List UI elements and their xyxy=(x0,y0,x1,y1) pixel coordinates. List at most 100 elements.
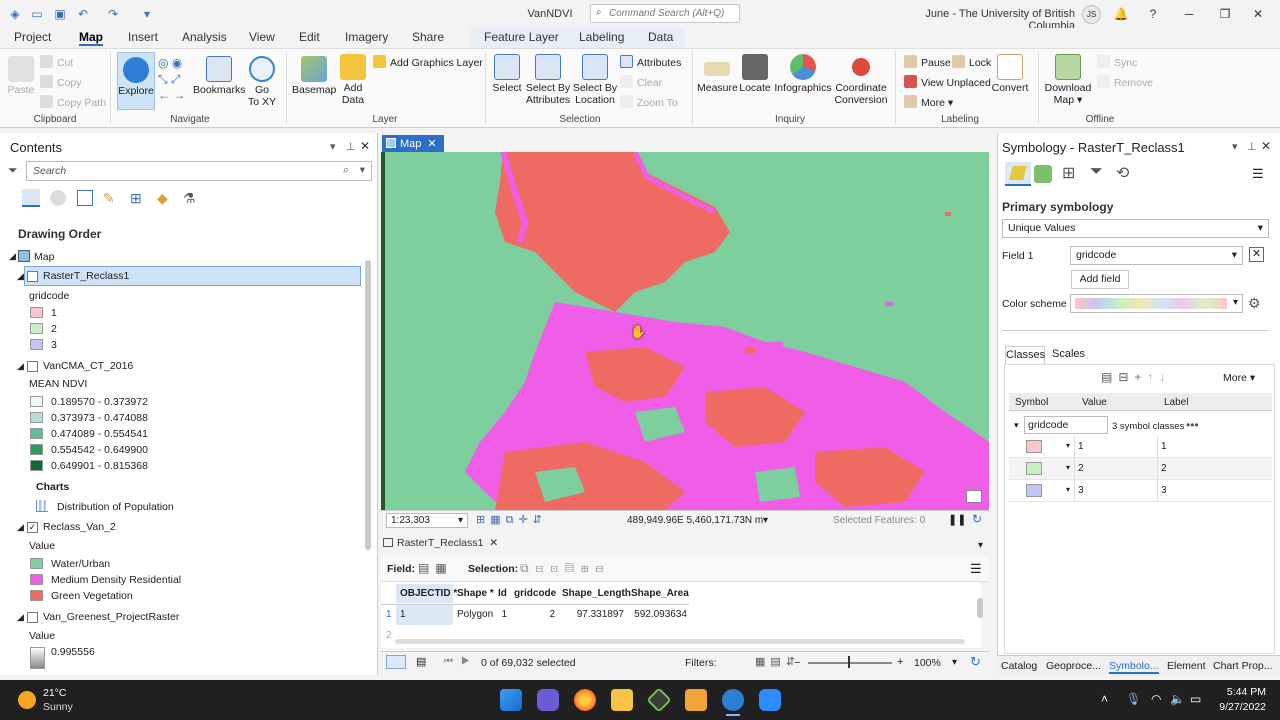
tab-map[interactable]: Map xyxy=(79,30,103,46)
select-by-attributes-button[interactable]: Select By Attributes xyxy=(524,54,572,106)
table-hscrollbar[interactable] xyxy=(395,639,965,644)
table-menu-icon[interactable]: ☰ xyxy=(970,561,982,577)
map-notes-icon[interactable] xyxy=(966,490,982,503)
legend-swatch[interactable] xyxy=(30,339,43,350)
tray-expand-icon[interactable]: ˄ xyxy=(1101,692,1108,706)
column-header[interactable]: gridcode xyxy=(514,588,556,599)
map-canvas[interactable] xyxy=(381,152,989,510)
zoom-dropdown-icon[interactable]: ▾ xyxy=(952,657,957,668)
table-cell[interactable]: 1 xyxy=(400,609,406,620)
filter-symbology-icon[interactable]: ⏷ xyxy=(1090,163,1103,181)
go-to-xy-button[interactable]: Go To XY xyxy=(247,56,277,108)
file-explorer-icon[interactable] xyxy=(611,689,633,711)
arcgis-pro-icon[interactable] xyxy=(722,689,744,711)
show-selected-records-icon[interactable]: ▤ xyxy=(416,655,426,668)
layer-visibility-checkbox-checked[interactable]: ✓ xyxy=(27,522,38,533)
legend-swatch[interactable] xyxy=(30,460,43,471)
sync-button[interactable]: Sync xyxy=(1097,55,1137,70)
close-pane-icon[interactable]: ✕ xyxy=(1261,139,1271,153)
layer-visibility-checkbox[interactable] xyxy=(27,271,38,282)
contents-search-input[interactable]: Search ⌕ ▾ xyxy=(26,161,372,181)
class-label[interactable]: 3 xyxy=(1161,485,1167,496)
close-table-tab-icon[interactable]: ✕ xyxy=(489,537,498,549)
zoom-out-icon[interactable]: − xyxy=(794,657,800,669)
list-by-snapping-icon[interactable]: ⊞ xyxy=(130,190,146,206)
chat-icon[interactable] xyxy=(537,689,559,711)
zoom-to-button[interactable]: Zoom To xyxy=(620,95,678,110)
list-by-selection-icon[interactable] xyxy=(77,190,93,206)
collapse-layer-icon[interactable]: ◢ xyxy=(17,361,24,372)
clock-time[interactable]: 5:44 PM xyxy=(1210,686,1266,698)
scale-dropdown[interactable]: 1:23,303 ▾ xyxy=(386,513,468,528)
refresh-icon[interactable]: ↻ xyxy=(972,512,982,526)
table-cell[interactable]: 592.093634 xyxy=(631,609,687,620)
filter-icon[interactable]: ⏷ xyxy=(8,163,18,178)
command-search-input[interactable]: ⌕ Command Search (Alt+Q) xyxy=(590,4,740,23)
save-icon[interactable]: ▣ xyxy=(53,7,67,21)
battery-icon[interactable]: ▭ xyxy=(1190,692,1201,706)
list-by-source-icon[interactable] xyxy=(50,190,66,206)
selection-tools-icons[interactable]: ⧉⊟⊡▤⊞⊟ xyxy=(520,561,610,576)
notifications-icon[interactable]: 🔔 xyxy=(1113,6,1129,22)
contents-scrollbar[interactable] xyxy=(365,260,371,550)
open-icon[interactable]: ▭ xyxy=(30,7,44,21)
close-button[interactable]: ✕ xyxy=(1250,6,1266,22)
table-cell[interactable]: Polygon xyxy=(457,609,493,620)
class-label[interactable]: 1 xyxy=(1161,441,1167,452)
list-by-labeling-icon[interactable]: ◆ xyxy=(157,190,173,206)
explore-button[interactable]: Explore xyxy=(117,52,155,110)
tab-scales[interactable]: Scales xyxy=(1052,348,1085,360)
copy-path-button[interactable]: Copy Path xyxy=(40,95,106,110)
symbology-method-dropdown[interactable]: Unique Values ▾ xyxy=(1002,219,1269,238)
attributes-button[interactable]: Attributes xyxy=(620,55,681,70)
legend-swatch[interactable] xyxy=(30,444,43,455)
collapse-layer-icon[interactable]: ◢ xyxy=(17,522,24,533)
group-heading-field[interactable]: gridcode xyxy=(1024,416,1108,434)
table-cell[interactable]: 2 xyxy=(514,609,555,620)
close-pane-icon[interactable]: ✕ xyxy=(360,139,370,153)
pin-pane-icon[interactable]: ⊥ xyxy=(1247,140,1257,153)
collapse-group-icon[interactable]: ▾ xyxy=(1014,420,1019,431)
tab-attribute-table[interactable]: RasterT_Reclass1 ✕ xyxy=(383,537,499,554)
legend-swatch[interactable] xyxy=(30,574,43,585)
zoom-slider-thumb[interactable] xyxy=(848,656,850,668)
tab-labeling[interactable]: Labeling xyxy=(579,30,624,46)
tab-classes[interactable]: Classes xyxy=(1005,346,1045,364)
column-header[interactable]: Shape_Area xyxy=(631,588,689,599)
primary-symbology-tab[interactable] xyxy=(1005,162,1031,186)
row-number[interactable]: 1 xyxy=(386,609,392,620)
sun-icon[interactable] xyxy=(18,691,36,709)
class-value[interactable]: 1 xyxy=(1078,441,1084,452)
zoom-app-icon[interactable] xyxy=(759,689,781,711)
legend-swatch[interactable] xyxy=(30,396,43,407)
layer-name[interactable]: Van_Greenest_ProjectRaster xyxy=(43,611,179,623)
class-tools-icons[interactable]: ▤⊟+↑↓ xyxy=(1101,370,1171,384)
legend-swatch[interactable] xyxy=(30,428,43,439)
download-map-button[interactable]: Download Map ▾ xyxy=(1044,54,1092,106)
map-tools-icons[interactable]: ⊞▦⧉✛⇵ xyxy=(476,513,547,527)
row-number[interactable]: 2 xyxy=(386,630,392,638)
class-row[interactable] xyxy=(1009,458,1272,480)
class-symbol-swatch[interactable] xyxy=(1026,440,1042,453)
tab-chart-properties[interactable]: Chart Prop... xyxy=(1213,660,1273,672)
refresh-table-icon[interactable]: ↻ xyxy=(970,654,981,670)
collapse-layer-icon[interactable]: ◢ xyxy=(17,271,24,282)
record-nav-icons[interactable]: ⏮▶ xyxy=(444,656,478,667)
layer-name[interactable]: VanCMA_CT_2016 xyxy=(43,360,133,372)
legend-swatch[interactable] xyxy=(30,307,43,318)
sublime-icon[interactable] xyxy=(685,689,707,711)
gear-icon[interactable]: ⚙ xyxy=(1248,295,1261,312)
column-header[interactable]: Shape_Length xyxy=(562,588,631,599)
remove-button[interactable]: Remove xyxy=(1097,75,1153,90)
convert-button[interactable]: Convert xyxy=(990,54,1030,94)
list-by-charts-icon[interactable]: ⚗ xyxy=(183,190,199,206)
speaker-icon[interactable]: 🔈 xyxy=(1170,692,1185,706)
close-map-tab-icon[interactable]: ✕ xyxy=(427,138,436,150)
help-icon[interactable]: ? xyxy=(1145,6,1161,22)
tab-feature-layer[interactable]: Feature Layer xyxy=(484,30,559,46)
add-field-button[interactable]: Add field xyxy=(1071,270,1129,289)
field1-dropdown[interactable]: gridcode ▾ xyxy=(1070,246,1243,265)
remove-field-icon[interactable]: ✕ xyxy=(1249,247,1264,262)
pause-labeling-button[interactable]: Pause xyxy=(904,55,951,70)
tab-geoprocessing[interactable]: Geoproce... xyxy=(1046,660,1101,672)
